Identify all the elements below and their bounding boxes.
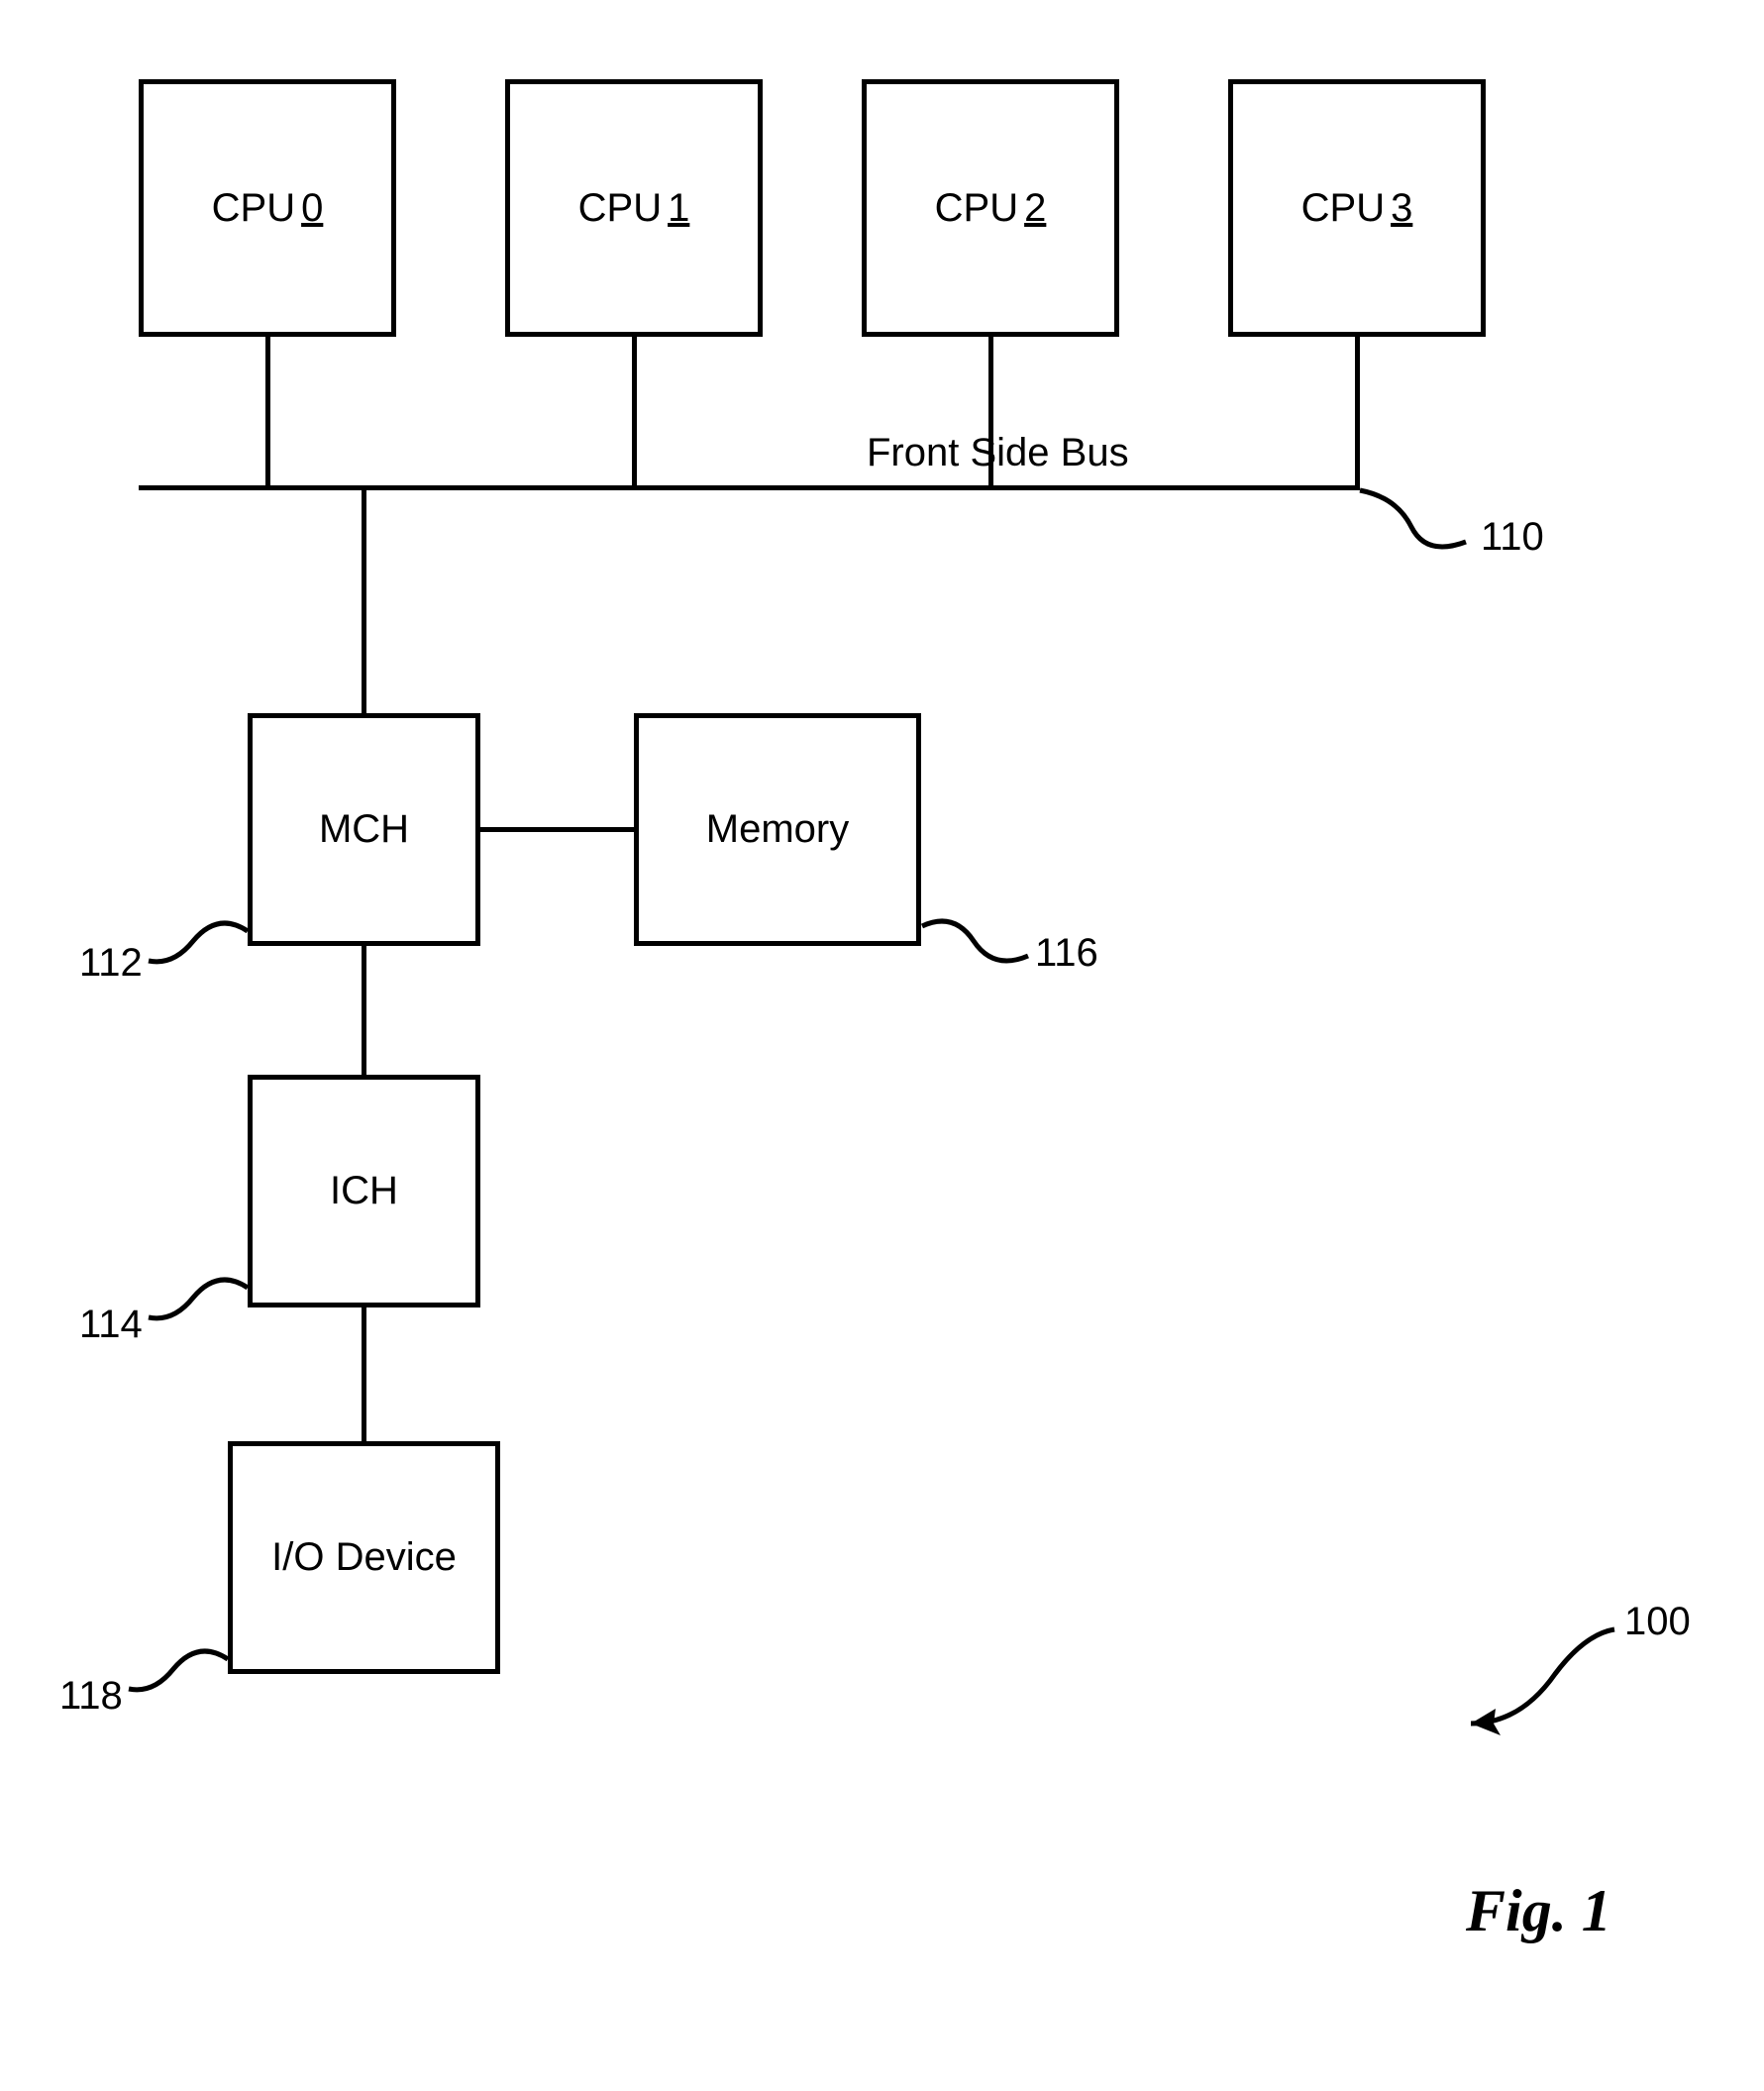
front-side-bus xyxy=(139,485,1360,490)
mch-ich-stub xyxy=(362,946,366,1075)
ich-io-stub xyxy=(362,1307,366,1441)
system-ref: 100 xyxy=(1624,1600,1691,1644)
ich-label: ICH xyxy=(330,1169,398,1213)
mch-ref-leader xyxy=(139,901,258,1000)
memory-box: Memory xyxy=(634,713,921,946)
mch-mem-line xyxy=(480,827,634,832)
cpu-2-num: 2 xyxy=(1024,186,1046,231)
mch-label: MCH xyxy=(319,807,409,852)
cpu-0-num: 0 xyxy=(301,186,323,231)
cpu-1-label: CPU 1 xyxy=(578,186,690,231)
io-label: I/O Device xyxy=(271,1535,457,1580)
cpu-2-label: CPU 2 xyxy=(935,186,1047,231)
block-diagram: CPU 0 CPU 1 CPU 2 CPU 3 Front Side Bus 1… xyxy=(40,40,1723,2021)
cpu-2-text: CPU xyxy=(935,186,1018,231)
system-ref-leader xyxy=(1446,1624,1624,1753)
cpu-0-text: CPU xyxy=(212,186,295,231)
io-box: I/O Device xyxy=(228,1441,500,1674)
mch-ref: 112 xyxy=(79,941,143,986)
cpu-0-label: CPU 0 xyxy=(212,186,324,231)
cpu-3-label: CPU 3 xyxy=(1301,186,1413,231)
cpu1-stub xyxy=(632,337,637,485)
cpu-3-box: CPU 3 xyxy=(1228,79,1486,337)
bus-ref-leader xyxy=(1357,487,1486,567)
figure-label: Fig. 1 xyxy=(1466,1877,1611,1945)
cpu-1-box: CPU 1 xyxy=(505,79,763,337)
io-ref: 118 xyxy=(59,1674,123,1719)
ich-ref-leader xyxy=(139,1258,258,1357)
memory-ref: 116 xyxy=(1035,931,1098,976)
bus-mch-stub xyxy=(362,485,366,713)
cpu-2-box: CPU 2 xyxy=(862,79,1119,337)
cpu-0-box: CPU 0 xyxy=(139,79,396,337)
cpu-3-text: CPU xyxy=(1301,186,1385,231)
cpu-1-num: 1 xyxy=(668,186,689,231)
bus-label: Front Side Bus xyxy=(867,431,1129,475)
cpu0-stub xyxy=(265,337,270,485)
cpu-1-text: CPU xyxy=(578,186,662,231)
mch-box: MCH xyxy=(248,713,480,946)
ich-box: ICH xyxy=(248,1075,480,1307)
memory-ref-leader xyxy=(919,901,1038,991)
io-ref-leader xyxy=(119,1629,238,1728)
cpu-3-num: 3 xyxy=(1391,186,1412,231)
memory-label: Memory xyxy=(706,807,849,852)
ich-ref: 114 xyxy=(79,1303,143,1347)
bus-ref: 110 xyxy=(1481,515,1544,560)
cpu3-stub xyxy=(1355,337,1360,485)
